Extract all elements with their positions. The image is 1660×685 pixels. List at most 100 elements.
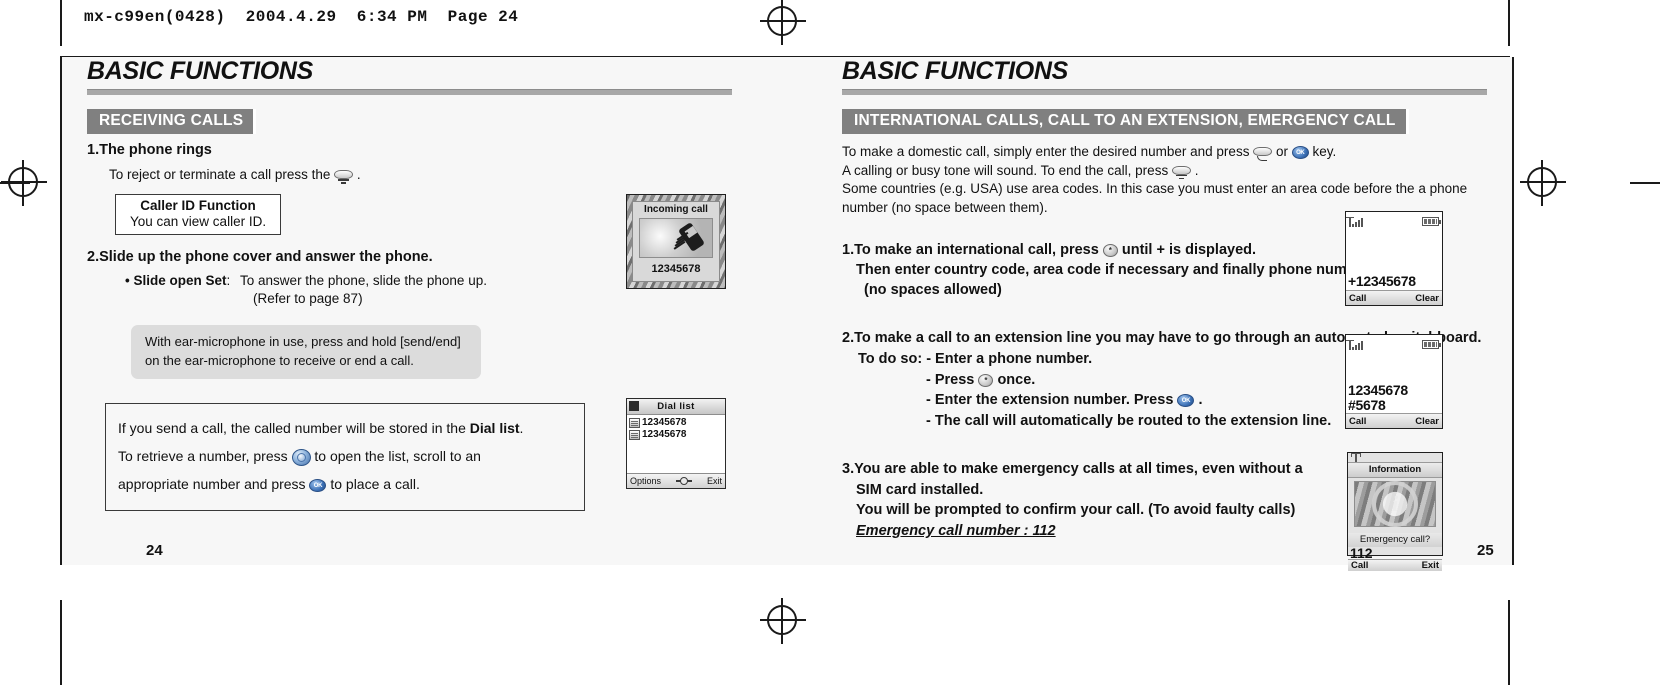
extension-softkey-left[interactable]: Call: [1349, 416, 1366, 427]
extension-softkey-right[interactable]: Clear: [1415, 416, 1439, 427]
extension-number-line1: 12345678: [1348, 382, 1408, 399]
slide-open-set-label: • Slide open Set: [125, 272, 227, 288]
dial-list-row: 12345678: [629, 417, 725, 429]
emergency-illustration: i: [1354, 481, 1436, 527]
ring-waves-icon: [673, 231, 694, 254]
intl-softkeys: Call Clear: [1346, 290, 1442, 305]
intl-entered-number: +12345678: [1348, 272, 1416, 289]
incoming-call-screen: Incoming call 12345678: [626, 194, 726, 289]
dial-box-line3-a: appropriate number and press: [118, 476, 306, 493]
end-key-icon: [1171, 165, 1191, 180]
dial-list-info-box: If you send a call, the called number wi…: [105, 403, 585, 512]
crop-mark-right-top: [1508, 0, 1510, 46]
select-key-icon[interactable]: [676, 477, 692, 485]
emergency-softkey-right[interactable]: Exit: [1422, 560, 1439, 571]
dial-list-row-number: 12345678: [642, 417, 687, 428]
ear-microphone-note-line2: on the ear-microphone to receive or end …: [145, 352, 414, 368]
incoming-call-number: 12345678: [651, 263, 701, 275]
right-step2-l3-a: - Press: [926, 371, 975, 388]
dial-list-row-number: 12345678: [642, 429, 687, 440]
end-key-icon: [334, 170, 354, 184]
intro-line-1-c: key.: [1312, 144, 1337, 159]
dialed-call-icon: [629, 418, 640, 428]
dial-list-softkeys: Options Exit: [627, 473, 725, 488]
intl-softkey-left[interactable]: Call: [1349, 293, 1366, 304]
dial-box-line1-a: If you send a call, the called number wi…: [118, 420, 470, 437]
extension-softkeys: Call Clear: [1346, 413, 1442, 428]
intro-line-1: To make a domestic call, simply enter th…: [842, 143, 1502, 162]
intro-line-3: Some countries (e.g. USA) use area codes…: [842, 181, 1468, 197]
step1-text-b: .: [356, 167, 361, 182]
signal-strength-icon: [1346, 339, 1363, 350]
ok-key-icon: OK: [1177, 394, 1195, 408]
caller-id-box: Caller ID Function You can view caller I…: [115, 193, 282, 235]
star-key-icon: *: [1102, 243, 1118, 257]
extension-screen-body: 12345678 #5678: [1346, 352, 1442, 413]
right-step1-a: 1.To make an international call, press: [842, 241, 1099, 258]
dial-list-screen: Dial list 12345678 12345678 Options Exit: [626, 398, 726, 489]
dial-box-line1: If you send a call, the called number wi…: [118, 414, 570, 442]
dial-box-line1-c: .: [519, 420, 524, 437]
crop-mark-right-bottom: [1508, 600, 1510, 685]
section-band-receiving-calls: RECEIVING CALLS: [87, 109, 257, 134]
emergency-softkey-left[interactable]: Call: [1351, 560, 1368, 571]
intl-status-bar: [1346, 212, 1442, 229]
incoming-call-title: Incoming call: [644, 204, 708, 215]
dial-list-header-marker: [629, 401, 639, 411]
extension-call-screen: 12345678 #5678 Call Clear: [1345, 334, 1443, 429]
page-title-left: BASIC FUNCTIONS: [87, 57, 314, 85]
section-band-wrap-right: INTERNATIONAL CALLS, CALL TO AN EXTENSIO…: [842, 95, 1502, 134]
right-step2-l4-b: .: [1198, 392, 1203, 409]
caller-id-title: Caller ID Function: [140, 197, 256, 213]
slide-open-set-colon: :: [226, 272, 231, 288]
slide-open-set-text: To answer the phone, slide the phone up.: [240, 272, 487, 288]
step1-heading: 1.The phone rings: [87, 142, 212, 158]
emergency-dialed-number: 112: [1350, 545, 1373, 561]
international-call-screen: +12345678 Call Clear: [1345, 211, 1443, 306]
incoming-call-screen-inner: Incoming call 12345678: [632, 201, 720, 282]
intro-line-2-a: A calling or busy tone will sound. To en…: [842, 162, 1169, 178]
intro-paragraph: To make a domestic call, simply enter th…: [842, 143, 1502, 218]
dialed-call-icon: [629, 430, 640, 440]
intro-line-1-b: or: [1275, 144, 1288, 159]
step1-text: To reject or terminate a call press the …: [109, 166, 767, 184]
registration-mark-bottom: [760, 598, 806, 644]
page-title-right: BASIC FUNCTIONS: [842, 57, 1069, 85]
ear-microphone-note: With ear-microphone in use, press and ho…: [131, 325, 481, 380]
intro-line-1-a: To make a domestic call, simply enter th…: [842, 144, 1250, 159]
dial-box-line2-a: To retrieve a number, press: [118, 448, 288, 465]
crop-mark-left-top: [60, 0, 62, 46]
emergency-softkeys: Call Exit: [1348, 559, 1442, 571]
dial-box-line3: appropriate number and press OK to place…: [118, 470, 570, 498]
dial-box-line2-b: to open the list, scroll to an: [314, 448, 481, 465]
section-band-international-calls: INTERNATIONAL CALLS, CALL TO AN EXTENSIO…: [842, 109, 1409, 134]
dial-box-line2: To retrieve a number, press to open the …: [118, 442, 570, 470]
registration-mark-left: [1, 160, 47, 206]
dial-list-title: Dial list: [657, 401, 695, 412]
ok-key-icon: OK: [309, 479, 327, 493]
registration-mark-top: [760, 0, 806, 45]
caller-id-text: You can view caller ID.: [130, 213, 267, 229]
dial-list-header: Dial list: [627, 399, 725, 415]
dial-list-row: 12345678: [629, 429, 725, 441]
intro-line-2: A calling or busy tone will sound. To en…: [842, 162, 1502, 181]
emergency-call-screen: Information i Emergency call? 112 Call E…: [1347, 452, 1443, 571]
crop-mark-left-bottom: [60, 600, 62, 685]
handset-icon: [673, 222, 706, 255]
intro-line-2-b: .: [1194, 162, 1199, 178]
send-key-icon: [1253, 147, 1273, 161]
star-key-icon: *: [978, 373, 994, 387]
dial-list-body: 12345678 12345678: [627, 415, 725, 473]
antenna-icon: [1351, 453, 1361, 462]
right-step1-b: until + is displayed.: [1121, 241, 1257, 258]
dial-list-softkey-left[interactable]: Options: [630, 476, 661, 486]
ear-microphone-note-line1: With ear-microphone in use, press and ho…: [145, 334, 461, 350]
crop-mark-mid-right: [1630, 182, 1660, 184]
dial-list-softkey-right[interactable]: Exit: [707, 476, 722, 486]
extension-entered-number: 12345678 #5678: [1348, 383, 1408, 412]
dial-box-line3-b: to place a call.: [330, 476, 420, 493]
extension-status-bar: [1346, 335, 1442, 352]
step1-text-a: To reject or terminate a call press the: [109, 167, 331, 182]
intl-softkey-right[interactable]: Clear: [1415, 293, 1439, 304]
right-step2-l3-b: once.: [997, 371, 1036, 388]
